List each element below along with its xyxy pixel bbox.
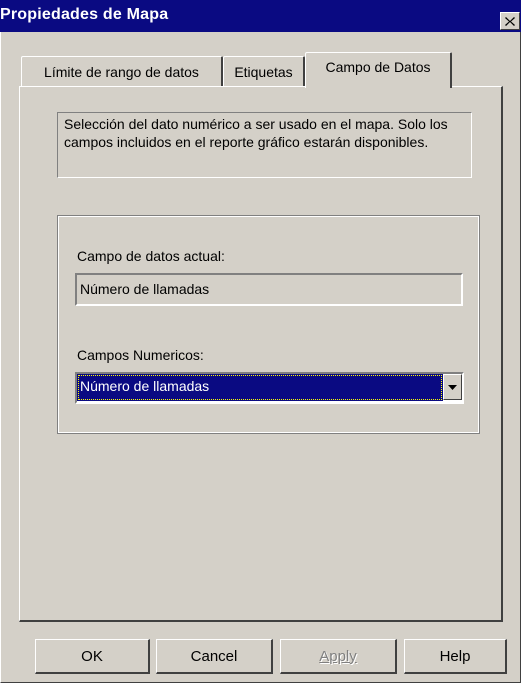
- tab-label: Límite de rango de datos: [44, 63, 199, 80]
- tab-label: Campo de Datos: [325, 59, 431, 75]
- ok-button-label: OK: [81, 647, 103, 665]
- tab-etiquetas[interactable]: Etiquetas: [223, 56, 305, 86]
- title-bar[interactable]: Propiedades de Mapa: [0, 0, 521, 32]
- numeric-fields-selected-value[interactable]: Número de llamadas: [77, 374, 443, 401]
- description-text: Selección del dato numérico a ser usado …: [64, 116, 448, 150]
- numeric-fields-label: Campos Numericos:: [77, 347, 204, 363]
- ok-button[interactable]: OK: [35, 639, 150, 674]
- apply-button-label: Apply: [319, 647, 357, 665]
- help-button[interactable]: Help: [404, 639, 507, 674]
- cancel-button[interactable]: Cancel: [156, 639, 273, 674]
- help-button-label: Help: [439, 647, 471, 665]
- current-field-display: Número de llamadas: [75, 273, 463, 306]
- dropdown-button[interactable]: [443, 374, 462, 400]
- current-field-label: Campo de datos actual:: [77, 248, 225, 264]
- tab-label: Etiquetas: [234, 63, 293, 80]
- chevron-down-icon: [448, 384, 457, 390]
- cancel-button-label: Cancel: [190, 647, 238, 665]
- close-button[interactable]: [500, 12, 520, 30]
- close-icon: [505, 16, 515, 26]
- apply-button: Apply: [280, 639, 397, 674]
- window-title: Propiedades de Mapa: [0, 6, 169, 23]
- tab-campo-de-datos[interactable]: Campo de Datos: [305, 52, 452, 88]
- tab-limite-rango[interactable]: Límite de rango de datos: [21, 56, 223, 86]
